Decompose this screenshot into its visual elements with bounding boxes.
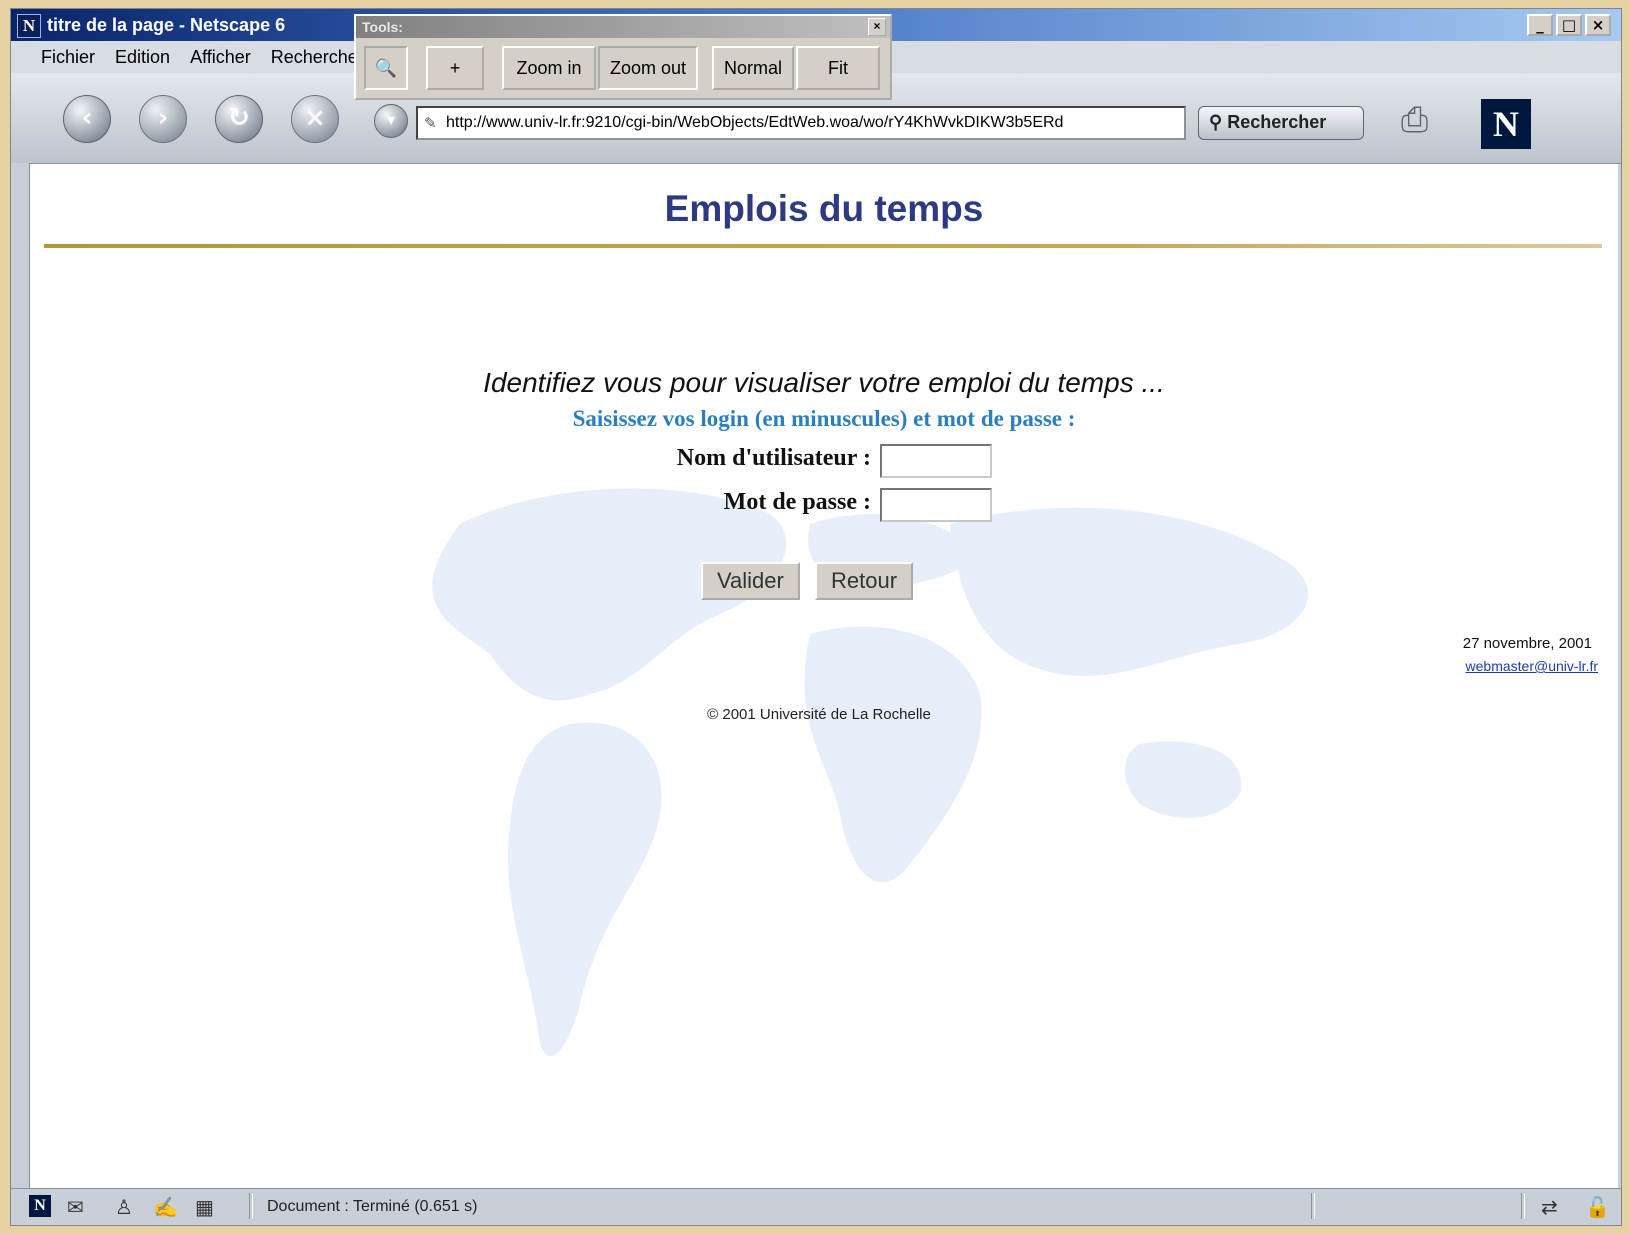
tools-close-button[interactable]: × xyxy=(868,18,886,36)
password-field[interactable] xyxy=(880,488,992,522)
zoom-tool-icon[interactable]: 🔍 xyxy=(364,46,408,90)
page-icon: ✎ xyxy=(424,115,437,132)
zoom-out-button[interactable]: Zoom out xyxy=(598,46,698,90)
netscape-logo[interactable]: N xyxy=(1481,99,1531,149)
address-book-icon[interactable]: ▦ xyxy=(195,1195,214,1220)
navigator-icon[interactable]: N xyxy=(29,1195,51,1217)
page-content: Emplois du temps Identifiez vous pour vi… xyxy=(30,163,1618,1189)
page-title: Emplois du temps xyxy=(664,188,984,229)
tools-title-bar[interactable]: Tools: × xyxy=(356,16,890,38)
title-divider xyxy=(44,244,1602,248)
stop-icon[interactable]: × xyxy=(291,95,339,143)
menu-fichier[interactable]: Fichier xyxy=(41,47,95,68)
search-button[interactable]: ⚲ Rechercher xyxy=(1198,106,1364,140)
netscape-icon: N xyxy=(17,14,41,38)
online-status-icon: ⇄ xyxy=(1541,1197,1558,1219)
username-label: Nom d'utilisateur : xyxy=(676,445,871,471)
status-bar: N ✉ ♙ ✍ ▦ Document : Terminé (0.651 s) ⇄… xyxy=(11,1188,1621,1225)
copyright-notice: © 2001 Université de La Rochelle xyxy=(707,706,931,723)
security-icon[interactable]: 🔓 xyxy=(1585,1195,1610,1220)
submit-button[interactable]: Valider xyxy=(701,562,800,600)
status-separator xyxy=(1311,1193,1315,1219)
printer-icon[interactable]: ⎙ xyxy=(1401,101,1428,140)
tools-title: Tools: xyxy=(362,19,403,35)
back-icon[interactable]: ‹ xyxy=(63,95,111,143)
page-date: 27 novembre, 2001 xyxy=(1462,635,1592,652)
url-field[interactable]: ✎ http://www.univ-lr.fr:9210/cgi-bin/Web… xyxy=(416,106,1186,140)
crosshair-tool-icon[interactable]: + xyxy=(426,46,484,90)
url-text: http://www.univ-lr.fr:9210/cgi-bin/WebOb… xyxy=(446,114,1064,131)
browser-window: N titre de la page - Netscape 6 _ □ × Fi… xyxy=(10,8,1622,1226)
fit-button[interactable]: Fit xyxy=(796,46,880,90)
username-field[interactable] xyxy=(880,444,992,478)
normal-button[interactable]: Normal xyxy=(712,46,794,90)
status-separator xyxy=(1521,1193,1525,1219)
home-icon[interactable]: ▾ xyxy=(374,104,408,138)
webmaster-link[interactable]: webmaster@univ-lr.fr xyxy=(1466,658,1598,674)
search-icon: ⚲ xyxy=(1209,112,1223,132)
maximize-button[interactable]: □ xyxy=(1556,14,1582,36)
search-button-label: Rechercher xyxy=(1227,112,1327,132)
forward-icon[interactable]: › xyxy=(139,95,187,143)
close-button[interactable]: × xyxy=(1585,14,1611,36)
sidebar-grippy[interactable] xyxy=(11,163,30,1189)
menu-edition[interactable]: Edition xyxy=(115,47,170,68)
back-button[interactable]: Retour xyxy=(815,562,914,600)
instant-messenger-icon[interactable]: ♙ xyxy=(115,1195,133,1220)
window-controls: _ □ × xyxy=(1527,14,1611,36)
menu-recherche[interactable]: Recherche xyxy=(271,47,358,68)
status-separator xyxy=(249,1193,253,1219)
login-prompt: Identifiez vous pour visualiser votre em… xyxy=(483,367,1165,398)
zoom-in-button[interactable]: Zoom in xyxy=(502,46,596,90)
login-instructions: Saisissez vos login (en minuscules) et m… xyxy=(572,406,1076,431)
minimize-button[interactable]: _ xyxy=(1527,14,1553,36)
reload-icon[interactable]: ↻ xyxy=(215,95,263,143)
password-label: Mot de passe : xyxy=(723,489,871,515)
tools-palette: Tools: × 🔍 + Zoom in Zoom out Normal Fit xyxy=(354,14,892,100)
window-title: titre de la page - Netscape 6 xyxy=(47,15,286,35)
menu-afficher[interactable]: Afficher xyxy=(190,47,251,68)
status-text: Document : Terminé (0.651 s) xyxy=(267,1198,478,1215)
composer-icon[interactable]: ✍ xyxy=(153,1195,178,1220)
mail-icon[interactable]: ✉ xyxy=(67,1195,84,1220)
